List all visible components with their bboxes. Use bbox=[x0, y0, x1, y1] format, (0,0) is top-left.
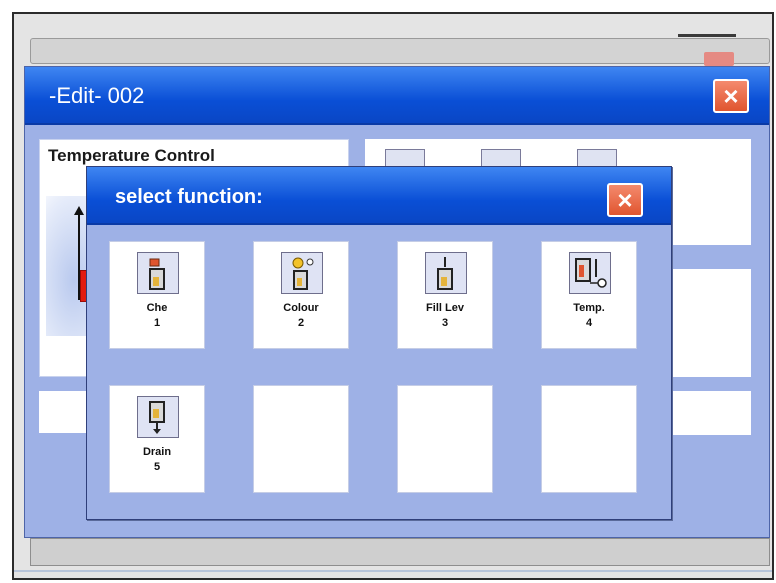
function-tile-colour[interactable]: Colour 2 bbox=[253, 241, 349, 349]
function-name: Fill Lev bbox=[426, 302, 464, 314]
empty-function-slot[interactable] bbox=[541, 385, 637, 493]
chemical-dosing-icon bbox=[137, 252, 179, 294]
colour-dosing-icon bbox=[281, 252, 323, 294]
bottom-divider bbox=[14, 570, 772, 572]
select-function-dialog: select function: × Che 1 Colour 2 Fill L… bbox=[86, 166, 672, 520]
function-number: 1 bbox=[153, 317, 161, 329]
dialog-title: select function: bbox=[115, 186, 263, 208]
background-window-bar bbox=[30, 38, 770, 64]
drain-icon bbox=[137, 396, 179, 438]
panel-title: Temperature Control bbox=[48, 146, 215, 165]
function-number: 3 bbox=[441, 317, 449, 329]
function-number: 5 bbox=[153, 461, 161, 473]
function-number: 4 bbox=[585, 317, 593, 329]
background-close-icon bbox=[704, 52, 734, 66]
function-name: Che bbox=[146, 302, 168, 314]
info-strip-left bbox=[39, 391, 89, 433]
bottom-status-strip bbox=[30, 538, 770, 566]
axis-arrow-icon bbox=[74, 206, 84, 215]
side-panel bbox=[671, 269, 751, 377]
close-icon: × bbox=[723, 81, 739, 111]
background-separator bbox=[678, 34, 736, 37]
edit-window-titlebar: -Edit- 002 × bbox=[25, 67, 769, 125]
edit-window-title: -Edit- 002 bbox=[49, 83, 145, 108]
function-tile-che[interactable]: Che 1 bbox=[109, 241, 205, 349]
function-number: 2 bbox=[297, 317, 305, 329]
function-tile-drain[interactable]: Drain 5 bbox=[109, 385, 205, 493]
edit-window-close-button[interactable]: × bbox=[713, 79, 749, 113]
function-tile-temp[interactable]: Temp. 4 bbox=[541, 241, 637, 349]
empty-function-slot[interactable] bbox=[397, 385, 493, 493]
function-name: Drain bbox=[142, 446, 172, 458]
close-icon: × bbox=[617, 185, 633, 215]
function-name: Colour bbox=[283, 302, 319, 314]
info-strip-right bbox=[671, 391, 751, 435]
temperature-icon bbox=[569, 252, 611, 294]
fill-level-icon bbox=[425, 252, 467, 294]
function-tile-fill-level[interactable]: Fill Lev 3 bbox=[397, 241, 493, 349]
function-name: Temp. bbox=[573, 302, 605, 314]
empty-function-slot[interactable] bbox=[253, 385, 349, 493]
dialog-titlebar: select function: × bbox=[87, 167, 671, 225]
dialog-close-button[interactable]: × bbox=[607, 183, 643, 217]
